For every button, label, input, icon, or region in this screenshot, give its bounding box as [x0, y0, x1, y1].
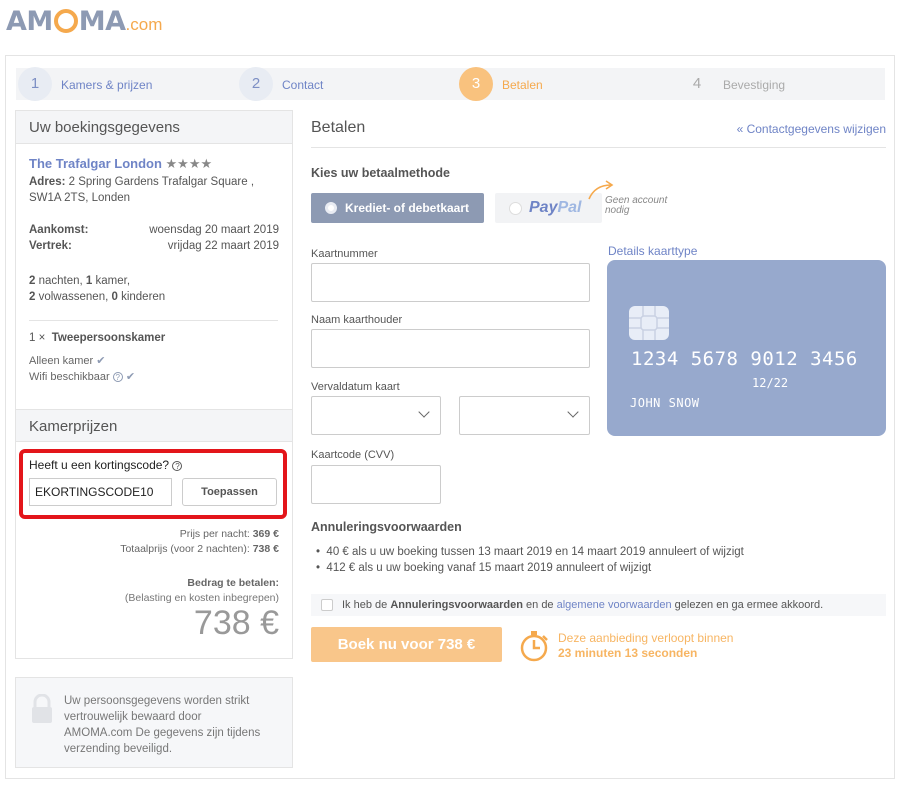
paypal-note: Geen account nodig	[605, 195, 668, 216]
room-line: 1 × Tweepersoonskamer	[29, 332, 166, 344]
check-icon: ✔	[96, 355, 106, 367]
hotel-name[interactable]: The Trafalgar London ★★★★	[29, 156, 212, 172]
card-preview-name: JOHN SNOW	[630, 396, 700, 410]
step-contact[interactable]: 2 Contact	[239, 66, 324, 101]
promo-question: Heeft u een kortingscode? ?	[29, 458, 183, 472]
cvv-label: Kaartcode (CVV)	[311, 449, 395, 461]
cancellation-rules: • 40 € als u uw boeking tussen 13 maart …	[316, 544, 744, 576]
card-preview-number: 1234 5678 9012 3456	[631, 348, 858, 370]
paypal-logo: PayPal	[529, 199, 582, 216]
step-rooms[interactable]: 1 Kamers & prijzen	[18, 66, 153, 101]
step-number: 4	[692, 75, 702, 92]
payment-method-title: Kies uw betaalmethode	[311, 166, 450, 180]
lock-icon	[30, 693, 54, 724]
departure-label: Vertrek:	[29, 240, 72, 252]
cancellation-title: Annuleringsvoorwaarden	[311, 520, 462, 534]
general-terms-link[interactable]: algemene voorwaarden	[557, 599, 672, 611]
help-icon[interactable]: ?	[112, 372, 123, 382]
total-price: Totaalprijs (voor 2 nachten): 738 €	[120, 543, 279, 555]
apply-promo-button[interactable]: Toepassen	[182, 478, 277, 506]
card-holder-label: Naam kaarthouder	[311, 314, 403, 326]
departure-date: vrijdag 22 maart 2019	[167, 240, 279, 252]
list-item: • 40 € als u uw boeking tussen 13 maart …	[316, 546, 744, 558]
check-icon: ✔	[125, 371, 136, 383]
arrival-label: Aankomst:	[29, 224, 89, 236]
hotel-address: Adres: 2 Spring Gardens Trafalgar Square…	[29, 176, 255, 204]
step-number: 3	[459, 66, 493, 101]
promo-code-input[interactable]: EKORTINGSCODE10	[29, 478, 172, 506]
step-label: Bevestiging	[723, 78, 786, 92]
step-payment: 3 Betalen	[459, 66, 543, 101]
help-icon[interactable]: ?	[172, 461, 183, 471]
chevron-down-icon	[418, 406, 430, 418]
expiry-month-select[interactable]	[311, 396, 441, 435]
payment-title: Betalen	[311, 119, 366, 136]
step-number: 1	[18, 66, 52, 101]
cvv-input[interactable]	[311, 465, 441, 504]
stopwatch-icon	[519, 630, 551, 662]
room-prices-title: Kamerprijzen	[16, 409, 292, 442]
feature-wifi: Wifi beschikbaar ? ✔	[29, 371, 136, 383]
progress-steps: 1 Kamers & prijzen 2 Contact 3 Betalen 4…	[16, 66, 885, 101]
card-type-details-link[interactable]: Details kaarttype	[608, 244, 697, 258]
amount-due-label: Bedrag te betalen:	[187, 577, 279, 589]
logo-o-icon	[53, 9, 78, 33]
card-chip-icon	[629, 306, 669, 340]
card-preview-expiry: 12/22	[752, 376, 789, 390]
step-label: Contact	[282, 78, 324, 92]
divider	[29, 320, 278, 321]
list-item: • 412 € als u uw boeking vanaf 15 maart …	[316, 562, 652, 574]
amoma-logo[interactable]: AM MA .com	[6, 6, 162, 37]
divider	[311, 147, 886, 148]
step-label: Betalen	[502, 78, 543, 92]
edit-contact-link[interactable]: « Contactgegevens wijzigen	[737, 122, 886, 136]
arrival-date: woensdag 20 maart 2019	[149, 224, 279, 236]
book-now-button[interactable]: Boek nu voor 738 €	[311, 627, 502, 662]
amount-due: 738 €	[193, 604, 279, 642]
tax-note: (Belasting en kosten inbegrepen)	[124, 592, 279, 604]
radio-empty-icon	[509, 201, 522, 215]
step-confirmation: 4 Bevestiging	[680, 68, 785, 100]
terms-text: Ik heb de Annuleringsvoorwaarden en de a…	[342, 599, 824, 611]
feature-room-only: Alleen kamer ✔	[29, 355, 106, 367]
expiry-label: Vervaldatum kaart	[311, 381, 400, 393]
card-number-input[interactable]	[311, 263, 590, 302]
step-number: 2	[239, 66, 273, 101]
offer-timer: Deze aanbieding verloopt binnen 23 minut…	[558, 631, 734, 660]
terms-checkbox[interactable]	[321, 599, 333, 611]
privacy-text: Uw persoonsgegevens worden strikt vertro…	[64, 695, 261, 755]
step-label: Kamers & prijzen	[61, 78, 153, 92]
card-holder-input[interactable]	[311, 329, 590, 368]
booking-summary-title: Uw boekingsgegevens	[16, 111, 292, 144]
card-payment-option[interactable]: Krediet- of debetkaart	[311, 193, 484, 223]
radio-selected-icon	[325, 202, 337, 214]
price-per-night: Prijs per nacht: 369 €	[179, 528, 279, 540]
stay-summary: 2 nachten, 1 kamer, 2 volwassenen, 0 kin…	[29, 275, 166, 303]
star-rating: ★★★★	[165, 156, 213, 171]
expiry-year-select[interactable]	[459, 396, 590, 435]
card-number-label: Kaartnummer	[311, 248, 378, 260]
chevron-down-icon	[567, 406, 579, 418]
